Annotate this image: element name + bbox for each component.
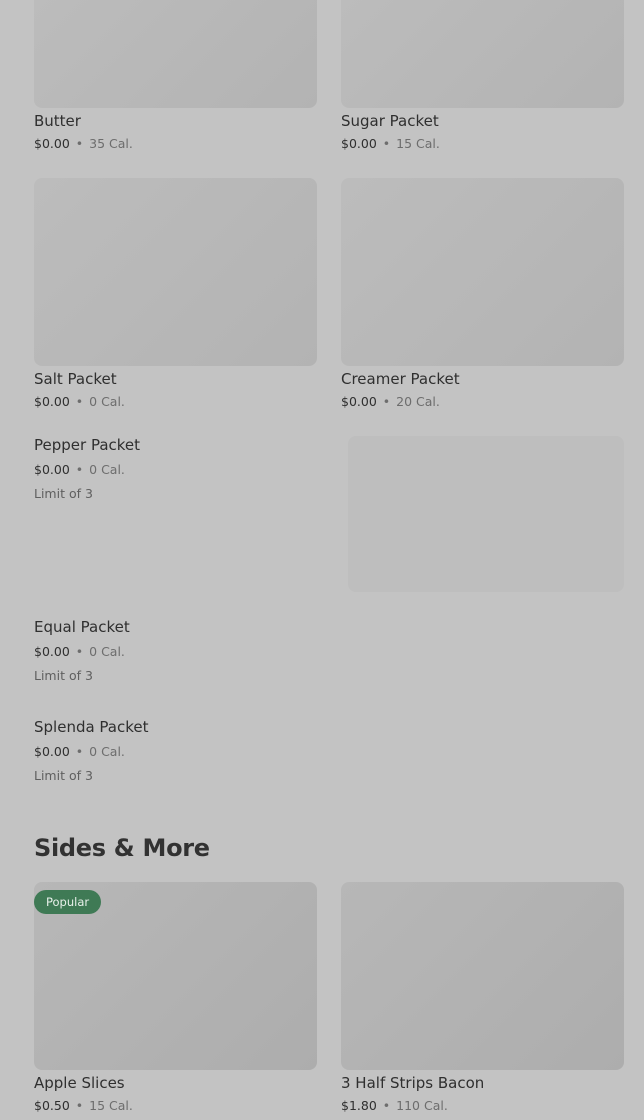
item-price: $0.00 [341, 136, 377, 151]
item-image-bacon[interactable] [341, 882, 624, 1070]
item-name-bacon[interactable]: 3 Half Strips Bacon [341, 1073, 484, 1093]
item-meta-equal-packet: $0.00 • 0 Cal. [34, 644, 125, 660]
item-image-placeholder [348, 436, 624, 592]
separator-dot: • [75, 1098, 84, 1113]
item-calories: 0 Cal. [89, 462, 125, 477]
item-meta-salt-packet: $0.00 • 0 Cal. [34, 394, 125, 410]
item-meta-bacon: $1.80 • 110 Cal. [341, 1098, 448, 1114]
item-image-butter[interactable] [34, 0, 317, 108]
item-image-sugar-packet[interactable] [341, 0, 624, 108]
item-name-splenda-packet[interactable]: Splenda Packet [34, 717, 149, 737]
item-meta-pepper-packet: $0.00 • 0 Cal. [34, 462, 125, 478]
separator-dot: • [75, 462, 84, 477]
item-price: $0.00 [34, 394, 70, 409]
item-calories: 110 Cal. [396, 1098, 448, 1113]
item-price: $0.00 [34, 744, 70, 759]
item-price: $0.00 [34, 644, 70, 659]
item-name-creamer-packet[interactable]: Creamer Packet [341, 369, 460, 389]
separator-dot: • [75, 136, 84, 151]
item-calories: 0 Cal. [89, 394, 125, 409]
item-meta-creamer-packet: $0.00 • 20 Cal. [341, 394, 440, 410]
item-name-pepper-packet[interactable]: Pepper Packet [34, 435, 140, 455]
item-name-salt-packet[interactable]: Salt Packet [34, 369, 117, 389]
item-meta-splenda-packet: $0.00 • 0 Cal. [34, 744, 125, 760]
item-calories: 20 Cal. [396, 394, 440, 409]
separator-dot: • [382, 136, 391, 151]
item-limit-pepper-packet: Limit of 3 [34, 486, 93, 501]
item-price: $0.00 [341, 394, 377, 409]
section-title-sides: Sides & More [34, 834, 210, 862]
item-price: $0.50 [34, 1098, 70, 1113]
item-name-sugar-packet[interactable]: Sugar Packet [341, 111, 439, 131]
separator-dot: • [75, 394, 84, 409]
item-limit-equal-packet: Limit of 3 [34, 668, 93, 683]
item-calories: 15 Cal. [396, 136, 440, 151]
separator-dot: • [75, 744, 84, 759]
item-calories: 0 Cal. [89, 644, 125, 659]
separator-dot: • [382, 1098, 391, 1113]
item-limit-splenda-packet: Limit of 3 [34, 768, 93, 783]
item-meta-apple-slices: $0.50 • 15 Cal. [34, 1098, 133, 1114]
item-price: $1.80 [341, 1098, 377, 1113]
item-price: $0.00 [34, 462, 70, 477]
item-image-salt-packet[interactable] [34, 178, 317, 366]
item-calories: 15 Cal. [89, 1098, 133, 1113]
item-price: $0.00 [34, 136, 70, 151]
separator-dot: • [382, 394, 391, 409]
item-calories: 35 Cal. [89, 136, 133, 151]
item-calories: 0 Cal. [89, 744, 125, 759]
item-meta-sugar-packet: $0.00 • 15 Cal. [341, 136, 440, 152]
item-image-creamer-packet[interactable] [341, 178, 624, 366]
popular-badge: Popular [34, 890, 102, 914]
separator-dot: • [75, 644, 84, 659]
item-name-equal-packet[interactable]: Equal Packet [34, 617, 130, 637]
item-meta-butter: $0.00 • 35 Cal. [34, 136, 133, 152]
item-name-apple-slices[interactable]: Apple Slices [34, 1073, 125, 1093]
item-name-butter[interactable]: Butter [34, 111, 81, 131]
